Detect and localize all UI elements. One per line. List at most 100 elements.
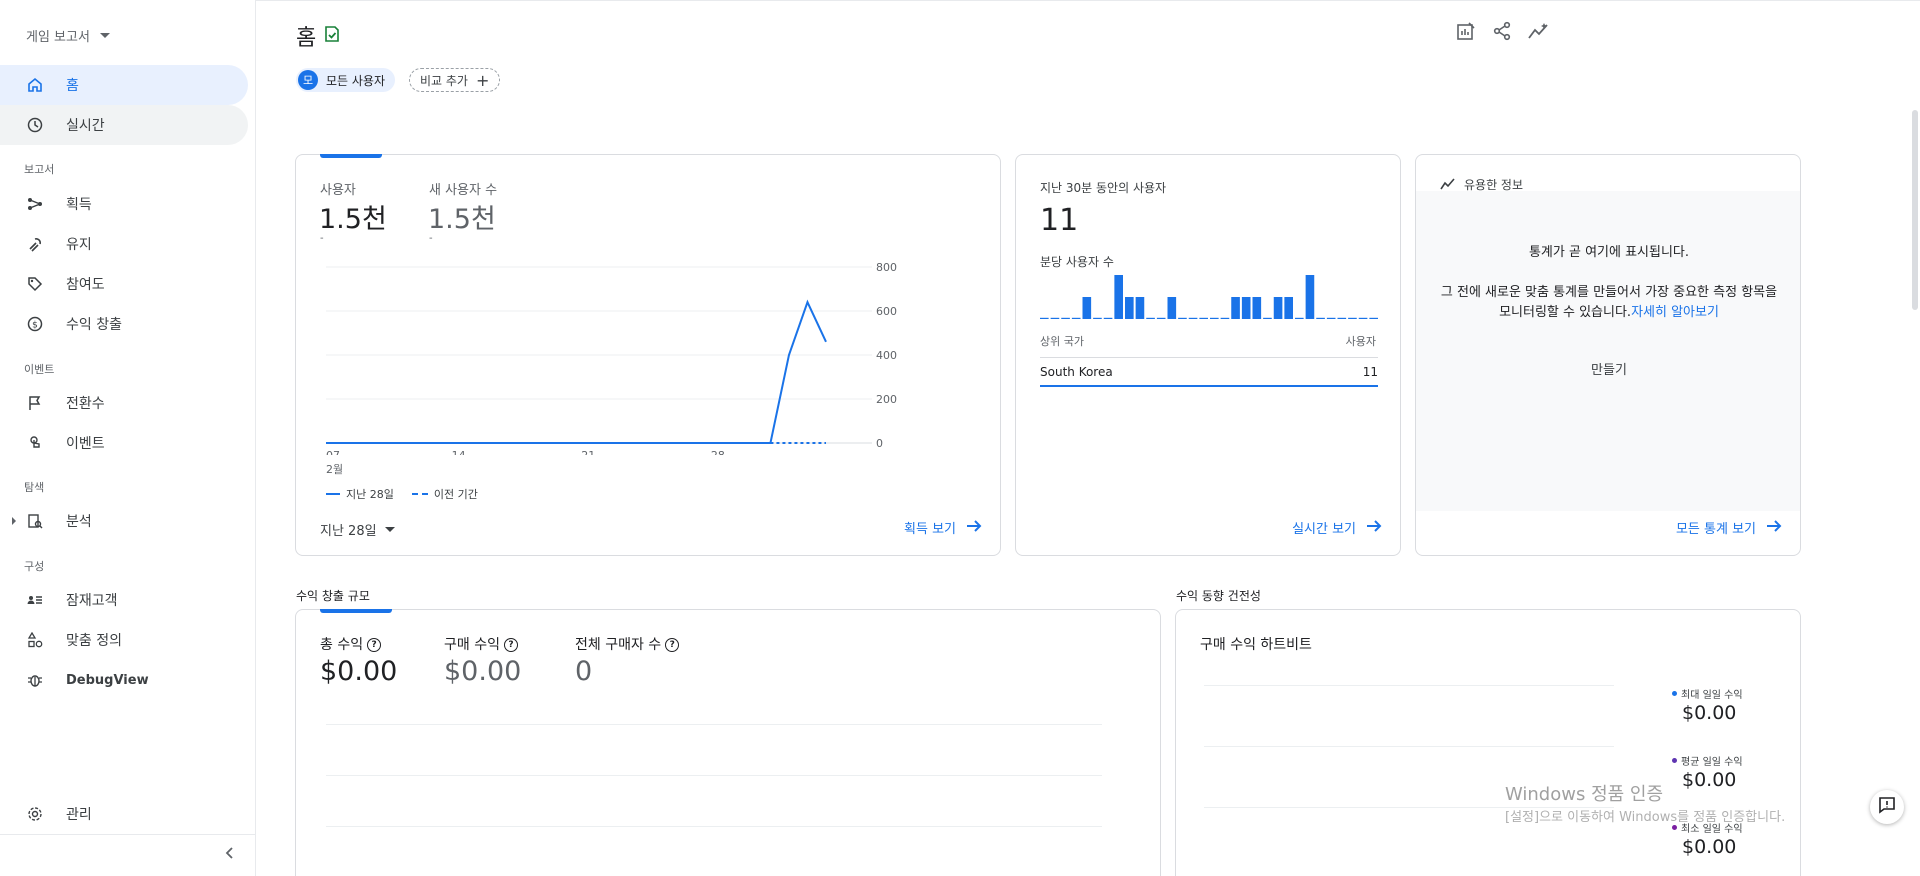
sidebar-item-home[interactable]: 홈 [0, 65, 248, 105]
per-minute-bar[interactable] [1125, 297, 1134, 319]
sidebar-item-events[interactable]: 이벤트 [0, 423, 248, 463]
per-minute-bar[interactable] [1263, 317, 1272, 319]
sidebar-item-label: 수익 창출 [66, 317, 122, 333]
help-icon[interactable]: ? [367, 638, 382, 652]
date-range-selector[interactable]: 지난 28일 [320, 520, 395, 539]
per-minute-bar[interactable] [1231, 297, 1240, 319]
per-minute-label: 분당 사용자 수 [1040, 255, 1114, 269]
realtime-value: 11 [1040, 203, 1079, 238]
edit-report-icon[interactable] [1456, 20, 1476, 42]
link-label: 실시간 보기 [1292, 522, 1356, 537]
per-minute-bar[interactable] [1241, 297, 1251, 319]
page-scrollbar[interactable] [1912, 110, 1918, 310]
sidebar-item-debugview[interactable]: DebugView [0, 660, 248, 700]
per-minute-bar[interactable] [1273, 297, 1283, 319]
insights-icon[interactable] [1528, 20, 1550, 42]
arrow-right-icon [1366, 519, 1382, 537]
per-minute-bar[interactable] [1220, 317, 1230, 319]
learn-more-link[interactable]: 자세히 알아보기 [1631, 305, 1719, 320]
per-minute-bar[interactable] [1337, 317, 1347, 319]
view-acquisition-link[interactable]: 획득 보기 [904, 518, 982, 537]
help-icon[interactable]: ? [503, 638, 518, 652]
gridline [1204, 746, 1614, 747]
per-minute-bar[interactable] [1135, 297, 1145, 319]
per-minute-bar[interactable] [1103, 317, 1113, 319]
sidebar-item-acquisition[interactable]: 획득 [0, 184, 248, 224]
sidebar-item-conversions[interactable]: 전환수 [0, 383, 248, 423]
help-icon[interactable]: ? [665, 638, 680, 652]
per-minute-bar[interactable] [1348, 317, 1357, 319]
sidebar-item-monetization[interactable]: $ 수익 창출 [0, 304, 248, 344]
sidebar-item-engagement[interactable]: 참여도 [0, 264, 248, 304]
per-minute-bar[interactable] [1252, 297, 1262, 319]
per-minute-bar[interactable] [1050, 317, 1060, 319]
per-minute-bar[interactable] [1071, 317, 1081, 319]
per-minute-bar[interactable] [1061, 317, 1070, 319]
legend-label-current: 지난 28일 [346, 488, 394, 501]
view-all-insights-link[interactable]: 모든 통계 보기 [1676, 518, 1782, 537]
per-minute-bar[interactable] [1188, 317, 1198, 319]
per-minute-bar[interactable] [1358, 317, 1368, 319]
metric-label-total-purchasers[interactable]: 전체 구매자 수? [575, 634, 680, 654]
legend-dot [1672, 825, 1677, 830]
insights-icon [1440, 177, 1456, 191]
per-minute-bar[interactable] [1369, 317, 1378, 319]
metric-label-total-revenue[interactable]: 총 수익? [320, 634, 382, 654]
per-minute-bar[interactable] [1316, 317, 1325, 319]
bug-icon [26, 671, 44, 689]
sidebar-item-realtime[interactable]: 실시간 [0, 105, 248, 145]
series-line-current [326, 299, 827, 444]
sidebar-item-label: 잠재고객 [66, 593, 118, 609]
per-minute-bar[interactable] [1146, 317, 1155, 319]
per-minute-bar[interactable] [1093, 317, 1102, 319]
per-minute-bar[interactable] [1178, 317, 1187, 319]
x-month-label: 2월 [326, 463, 344, 476]
sidebar-item-label: 관리 [66, 807, 92, 823]
feedback-icon [1878, 796, 1896, 818]
per-minute-bar[interactable] [1305, 275, 1315, 319]
collapse-sidebar-button[interactable] [220, 845, 240, 865]
flag-icon [26, 394, 44, 412]
sidebar-item-custom-definitions[interactable]: 맞춤 정의 [0, 620, 248, 660]
per-minute-bar[interactable] [1156, 317, 1166, 319]
per-minute-bar[interactable] [1114, 275, 1123, 319]
metric-label-purchase-revenue[interactable]: 구매 수익? [444, 634, 518, 654]
touch-icon [26, 434, 44, 452]
sidebar-item-audiences[interactable]: 잠재고객 [0, 580, 248, 620]
per-minute-bar[interactable] [1326, 317, 1336, 319]
add-comparison-button[interactable]: 비교 추가 + [409, 68, 501, 92]
sidebar-item-analysis[interactable]: 분석 [0, 501, 248, 541]
property-selector[interactable]: 게임 보고서 [26, 26, 110, 45]
dollar-icon: $ [26, 315, 44, 333]
per-minute-bar[interactable] [1167, 297, 1177, 319]
per-minute-bar[interactable] [1082, 297, 1092, 319]
metric-label-text: 총 수익 [320, 637, 364, 653]
magnet-icon [26, 235, 44, 253]
create-insight-button[interactable]: 만들기 [1416, 359, 1800, 378]
clock-icon [26, 116, 44, 134]
section-label-reports: 보고서 [24, 163, 55, 176]
home-icon [26, 76, 44, 94]
svg-text:$: $ [32, 321, 38, 331]
per-minute-bar[interactable] [1284, 297, 1293, 319]
per-minute-bar[interactable] [1210, 317, 1219, 319]
view-realtime-link[interactable]: 실시간 보기 [1292, 518, 1382, 537]
sidebar-item-retention[interactable]: 유지 [0, 224, 248, 264]
avatar: 모 [298, 70, 318, 90]
feedback-button[interactable] [1870, 790, 1904, 824]
insights-body-text: 그 전에 새로운 맞춤 통계를 만들어서 가장 중요한 측정 항목을 모니터링할… [1440, 285, 1778, 320]
per-minute-bar[interactable] [1199, 317, 1208, 319]
table-row[interactable]: South Korea 11 [1040, 359, 1378, 387]
share-icon[interactable] [1492, 20, 1512, 42]
users-line-chart: 800 600 400 200 0 07 14 21 28 [326, 261, 897, 455]
country-cell: South Korea [1040, 365, 1113, 379]
per-minute-bar[interactable] [1295, 317, 1304, 319]
sidebar-item-label: 이벤트 [66, 436, 105, 452]
insights-title: 유용한 정보 [1464, 177, 1524, 192]
sidebar-item-label: 홈 [66, 78, 79, 94]
sidebar-item-admin[interactable]: 관리 [0, 794, 248, 834]
insights-body: 그 전에 새로운 맞춤 통계를 만들어서 가장 중요한 측정 항목을 모니터링할… [1436, 283, 1782, 323]
segment-chip-all-users[interactable]: 모 모든 사용자 [296, 68, 396, 92]
metric-value-total-purchasers: 0 [575, 656, 593, 687]
per-minute-bar[interactable] [1040, 317, 1049, 319]
